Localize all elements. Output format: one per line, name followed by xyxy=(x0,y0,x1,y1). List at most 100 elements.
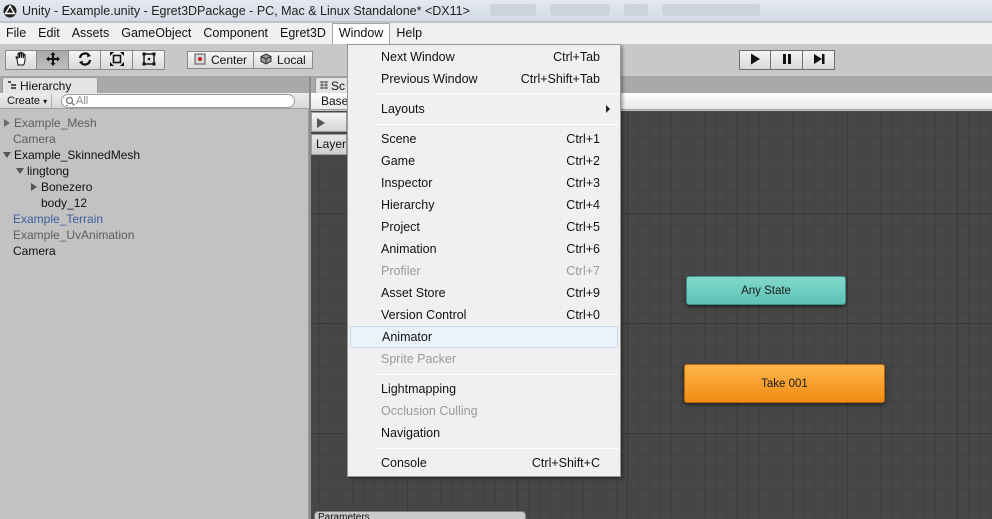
hierarchy-search-input[interactable]: All xyxy=(61,94,295,108)
pivot-center-label: Center xyxy=(211,53,248,67)
pause-button[interactable] xyxy=(771,50,803,70)
menu-item-label: Inspector xyxy=(381,176,433,190)
menu-item-label: Asset Store xyxy=(381,286,446,300)
hand-icon xyxy=(13,51,29,70)
unity-logo-icon xyxy=(3,4,17,18)
menu-item-inspector[interactable]: Inspector Ctrl+3 xyxy=(348,172,620,194)
rotate-tool-button[interactable] xyxy=(69,50,101,70)
menu-item-project[interactable]: Project Ctrl+5 xyxy=(348,216,620,238)
menu-file[interactable]: File xyxy=(0,23,32,44)
tree-item[interactable]: Camera xyxy=(13,243,56,259)
menu-item-shortcut: Ctrl+Shift+Tab xyxy=(520,72,600,86)
tree-item[interactable]: Example_Mesh xyxy=(2,115,97,131)
menu-item-layouts[interactable]: Layouts xyxy=(348,98,620,120)
menu-item-label: Navigation xyxy=(381,426,441,440)
menu-separator xyxy=(377,124,618,125)
menu-component[interactable]: Component xyxy=(197,23,274,44)
state-take-001[interactable]: Take 001 xyxy=(684,364,885,403)
menu-egret3d[interactable]: Egret3D xyxy=(274,23,332,44)
scale-icon xyxy=(109,51,125,70)
menu-item-version-control[interactable]: Version Control Ctrl+0 xyxy=(348,304,620,326)
tree-item[interactable]: Example_Terrain xyxy=(13,211,103,227)
pivot-local-label: Local xyxy=(277,53,306,67)
tree-item[interactable]: Bonezero xyxy=(29,179,92,195)
scale-tool-button[interactable] xyxy=(101,50,133,70)
tree-item-label: Example_UvAnimation xyxy=(13,228,135,242)
create-dropdown[interactable]: Create ▾ xyxy=(3,94,53,108)
menu-item-animation[interactable]: Animation Ctrl+6 xyxy=(348,238,620,260)
play-small-icon xyxy=(317,117,325,131)
tree-item[interactable]: Example_SkinnedMesh xyxy=(2,147,140,163)
menu-item-shortcut: Ctrl+Shift+C xyxy=(531,456,600,470)
move-tool-button[interactable] xyxy=(37,50,69,70)
menu-gameobject[interactable]: GameObject xyxy=(115,23,197,44)
menu-item-label: Animation xyxy=(381,242,437,256)
play-icon xyxy=(748,52,762,69)
expand-arrow-icon[interactable] xyxy=(2,118,12,128)
step-icon xyxy=(812,52,826,69)
blurred-title-region xyxy=(490,4,760,18)
breadcrumb-base-layer[interactable]: Base xyxy=(321,94,348,108)
chevron-down-icon: ▾ xyxy=(43,97,48,106)
tree-item[interactable]: Camera xyxy=(13,131,56,147)
menu-item-next-window[interactable]: Next Window Ctrl+Tab xyxy=(348,46,620,68)
menu-item-previous-window[interactable]: Previous Window Ctrl+Shift+Tab xyxy=(348,68,620,90)
move-icon xyxy=(45,51,61,70)
menu-help[interactable]: Help xyxy=(390,23,428,44)
menu-item-asset-store[interactable]: Asset Store Ctrl+9 xyxy=(348,282,620,304)
tree-item-label: Example_SkinnedMesh xyxy=(14,148,141,162)
tab-hierarchy[interactable]: Hierarchy xyxy=(2,77,98,93)
menu-item-animator[interactable]: Animator xyxy=(350,326,618,348)
menu-item-scene[interactable]: Scene Ctrl+1 xyxy=(348,128,620,150)
title-bar: Unity - Example.unity - Egret3DPackage -… xyxy=(0,0,992,22)
layers-panel-tab[interactable]: Layer xyxy=(311,134,347,155)
play-button[interactable] xyxy=(739,50,771,70)
menu-item-game[interactable]: Game Ctrl+2 xyxy=(348,150,620,172)
menu-assets[interactable]: Assets xyxy=(66,23,116,44)
collapse-arrow-icon[interactable] xyxy=(2,150,12,160)
menu-item-label: Layouts xyxy=(381,102,425,116)
expand-arrow-icon[interactable] xyxy=(29,182,39,192)
hierarchy-tree: Example_Mesh Camera Example_SkinnedMesh … xyxy=(0,110,309,519)
menu-item-label: Hierarchy xyxy=(381,198,435,212)
scene-tab-icon xyxy=(319,79,329,93)
pivot-toggles: Center Local xyxy=(187,51,313,69)
menu-edit[interactable]: Edit xyxy=(32,23,66,44)
tree-item[interactable]: Example_UvAnimation xyxy=(13,227,134,243)
menu-item-hierarchy[interactable]: Hierarchy Ctrl+4 xyxy=(348,194,620,216)
hierarchy-tab-label: Hierarchy xyxy=(20,78,72,93)
rect-tool-button[interactable] xyxy=(133,50,165,70)
parameters-panel-tab[interactable]: Parameters xyxy=(314,511,526,519)
search-placeholder: All xyxy=(76,95,89,107)
menu-item-label: Previous Window xyxy=(381,72,478,86)
rotate-icon xyxy=(77,51,93,70)
menu-item-label: Lightmapping xyxy=(381,382,457,396)
menu-item-lightmapping[interactable]: Lightmapping xyxy=(348,378,620,400)
menu-item-navigation[interactable]: Navigation xyxy=(348,422,620,444)
menu-item-shortcut: Ctrl+3 xyxy=(566,176,600,190)
playback-controls xyxy=(739,50,835,70)
menu-item-label: Game xyxy=(381,154,416,168)
menu-item-label: Console xyxy=(381,456,427,470)
menu-window[interactable]: Window xyxy=(331,23,391,44)
state-any-state[interactable]: Any State xyxy=(686,276,846,305)
menu-item-label: Sprite Packer xyxy=(381,352,457,366)
local-cube-icon xyxy=(260,52,272,68)
hand-tool-button[interactable] xyxy=(5,50,37,70)
tree-item[interactable]: lingtong xyxy=(15,163,69,179)
menu-item-label: Next Window xyxy=(381,50,455,64)
menu-separator xyxy=(377,448,618,449)
layers-play-strip[interactable] xyxy=(311,112,347,132)
collapse-arrow-icon[interactable] xyxy=(15,166,25,176)
hierarchy-tab-bar: Hierarchy xyxy=(0,77,309,93)
menu-separator xyxy=(377,93,618,94)
tree-item-label: lingtong xyxy=(27,164,70,178)
pivot-center-button[interactable]: Center xyxy=(187,51,255,69)
tree-item[interactable]: body_12 xyxy=(41,195,87,211)
menu-item-console[interactable]: Console Ctrl+Shift+C xyxy=(348,452,620,474)
pivot-local-button[interactable]: Local xyxy=(254,51,313,69)
step-button[interactable] xyxy=(803,50,835,70)
menu-item-shortcut: Ctrl+2 xyxy=(566,154,600,168)
submenu-arrow-icon xyxy=(606,105,610,113)
pivot-center-icon xyxy=(194,53,206,68)
